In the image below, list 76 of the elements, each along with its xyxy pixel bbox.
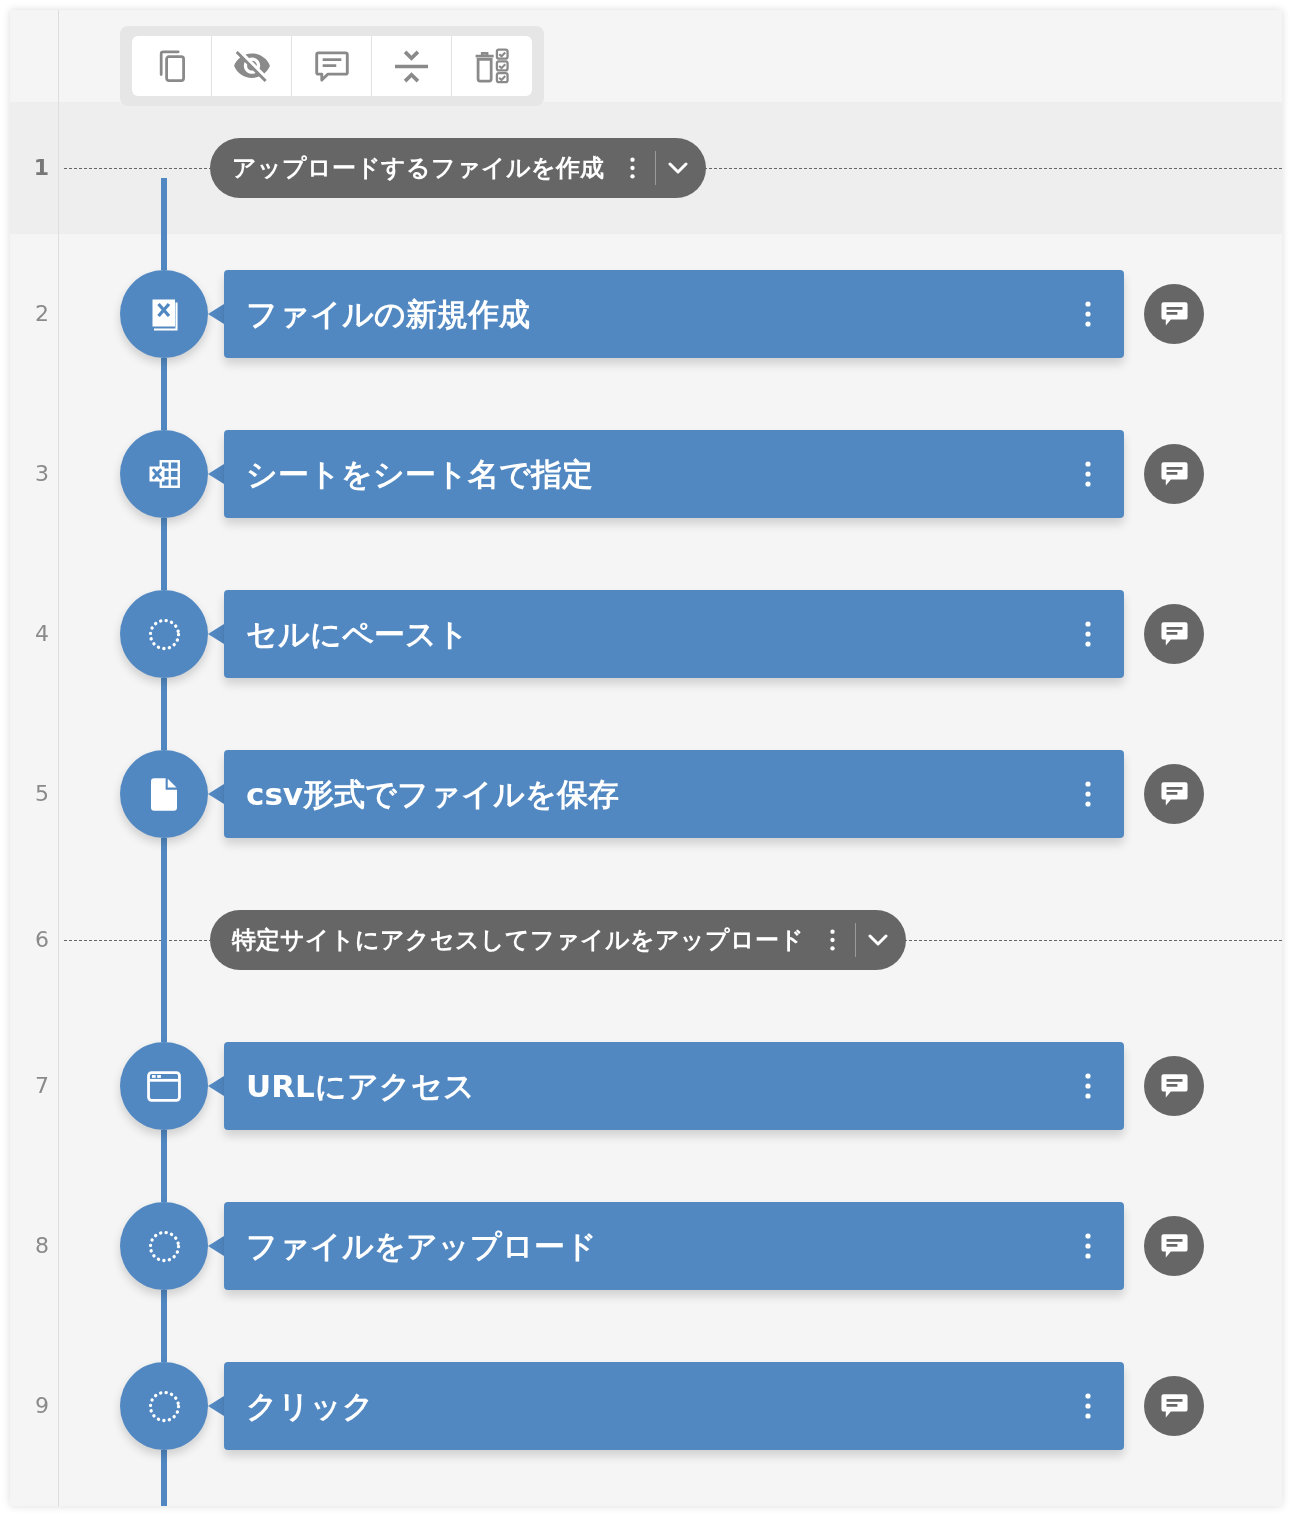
more-icon[interactable] xyxy=(1085,781,1091,807)
collapse-button[interactable] xyxy=(372,36,452,96)
comment-icon xyxy=(1159,620,1189,648)
line-number: 5 xyxy=(35,783,49,805)
comment-button[interactable] xyxy=(1144,604,1204,664)
step-title: csv形式でファイルを保存 xyxy=(246,778,620,810)
pointer-icon xyxy=(208,1236,224,1256)
copy-button[interactable] xyxy=(132,36,212,96)
spreadsheet-file-icon xyxy=(150,297,178,331)
line-number: 2 xyxy=(35,303,49,325)
comment-icon xyxy=(1159,460,1189,488)
trash-checklist-icon xyxy=(474,48,510,84)
line-number: 9 xyxy=(35,1395,49,1417)
step-title: セルにペースト xyxy=(246,618,469,650)
copy-icon xyxy=(157,49,186,83)
step-title: クリック xyxy=(246,1390,374,1422)
step-card[interactable]: URLにアクセス xyxy=(224,1042,1124,1130)
collapse-icon xyxy=(393,49,430,83)
step-title: URLにアクセス xyxy=(246,1070,475,1102)
step-card[interactable]: csv形式でファイルを保存 xyxy=(224,750,1124,838)
delete-button[interactable] xyxy=(452,36,532,96)
dotted-circle-icon xyxy=(147,617,181,651)
more-icon[interactable] xyxy=(630,157,635,179)
dotted-circle-icon xyxy=(147,1229,181,1263)
pointer-icon xyxy=(208,464,224,484)
hide-button[interactable] xyxy=(212,36,292,96)
comment-button[interactable] xyxy=(292,36,372,96)
group-pill[interactable]: 特定サイトにアクセスしてファイルをアップロード xyxy=(210,910,906,970)
group-title: 特定サイトにアクセスしてファイルをアップロード xyxy=(232,928,804,952)
pointer-icon xyxy=(208,1076,224,1096)
comment-icon xyxy=(1159,1072,1189,1100)
more-icon[interactable] xyxy=(830,929,835,951)
comment-button[interactable] xyxy=(1144,1216,1204,1276)
pointer-icon xyxy=(208,624,224,644)
step-card[interactable]: セルにペースト xyxy=(224,590,1124,678)
step-card[interactable]: シートをシート名で指定 xyxy=(224,430,1124,518)
step-title: ファイルをアップロード xyxy=(246,1230,597,1262)
browser-window-icon xyxy=(147,1070,181,1102)
group-pill[interactable]: アップロードするファイルを作成 xyxy=(210,138,706,198)
document-icon xyxy=(151,777,177,811)
comment-button[interactable] xyxy=(1144,444,1204,504)
comment-icon xyxy=(1159,780,1189,808)
dotted-circle-icon xyxy=(147,1389,181,1423)
more-icon[interactable] xyxy=(1085,1073,1091,1099)
more-icon[interactable] xyxy=(1085,1393,1091,1419)
more-icon[interactable] xyxy=(1085,621,1091,647)
step-title: ファイルの新規作成 xyxy=(246,298,530,330)
line-number: 6 xyxy=(35,929,49,951)
comment-icon xyxy=(314,50,349,82)
group-title: アップロードするファイルを作成 xyxy=(232,156,604,180)
step-title: シートをシート名で指定 xyxy=(246,458,593,490)
more-icon[interactable] xyxy=(1085,301,1091,327)
step-card[interactable]: クリック xyxy=(224,1362,1124,1450)
comment-icon xyxy=(1159,1232,1189,1260)
pointer-icon xyxy=(208,304,224,324)
comment-icon xyxy=(1159,300,1189,328)
line-number: 7 xyxy=(35,1075,49,1097)
comment-icon xyxy=(1159,1392,1189,1420)
line-number: 8 xyxy=(35,1235,49,1257)
more-icon[interactable] xyxy=(1085,1233,1091,1259)
comment-button[interactable] xyxy=(1144,764,1204,824)
step-card[interactable]: ファイルをアップロード xyxy=(224,1202,1124,1290)
line-number: 3 xyxy=(35,463,49,485)
chevron-down-icon[interactable] xyxy=(668,162,688,174)
chevron-down-icon[interactable] xyxy=(868,934,888,946)
spreadsheet-grid-icon xyxy=(147,459,181,489)
comment-button[interactable] xyxy=(1144,1376,1204,1436)
more-icon[interactable] xyxy=(1085,461,1091,487)
eye-off-icon xyxy=(233,50,270,82)
line-number: 4 xyxy=(35,623,49,645)
pointer-icon xyxy=(208,784,224,804)
step-card[interactable]: ファイルの新規作成 xyxy=(224,270,1124,358)
comment-button[interactable] xyxy=(1144,1056,1204,1116)
line-number: 1 xyxy=(33,157,49,179)
comment-button[interactable] xyxy=(1144,284,1204,344)
pointer-icon xyxy=(208,1396,224,1416)
